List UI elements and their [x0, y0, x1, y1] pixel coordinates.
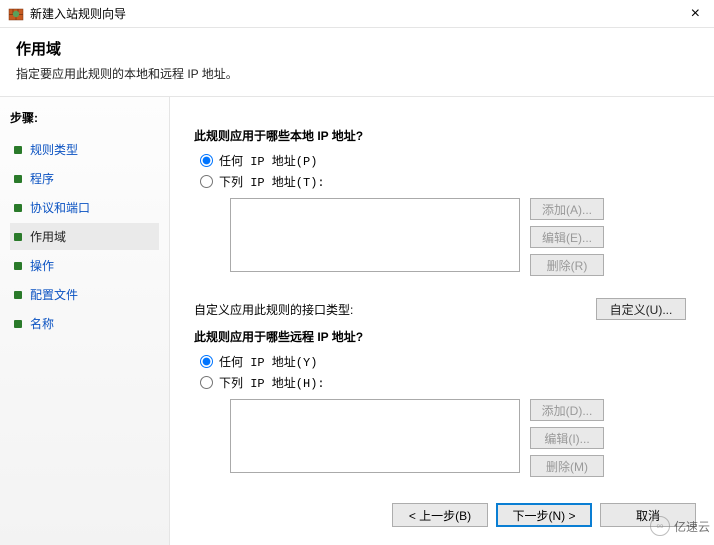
- remote-ip-listbox[interactable]: [230, 399, 520, 473]
- page-subtitle: 指定要应用此规则的本地和远程 IP 地址。: [16, 65, 698, 82]
- radio-label: 下列 IP 地址(T):: [219, 173, 325, 190]
- window-title: 新建入站规则向导: [30, 5, 685, 22]
- radio-label: 下列 IP 地址(H):: [219, 374, 325, 391]
- wizard-header: 作用域 指定要应用此规则的本地和远程 IP 地址。: [0, 28, 714, 97]
- remote-remove-button[interactable]: 删除(M): [530, 455, 604, 477]
- bullet-icon: [14, 175, 22, 183]
- steps-sidebar: 步骤: 规则类型 程序 协议和端口 作用域 操作 配置文件 名称: [0, 97, 170, 545]
- sidebar-item-rule-type[interactable]: 规则类型: [10, 136, 159, 163]
- back-button[interactable]: < 上一步(B): [392, 503, 488, 527]
- local-remove-button[interactable]: 删除(R): [530, 254, 604, 276]
- local-ip-listbox[interactable]: [230, 198, 520, 272]
- sidebar-item-label: 规则类型: [30, 141, 78, 158]
- bullet-icon: [14, 146, 22, 154]
- remote-edit-button[interactable]: 编辑(I)...: [530, 427, 604, 449]
- remote-add-button[interactable]: 添加(D)...: [530, 399, 604, 421]
- sidebar-item-label: 程序: [30, 170, 54, 187]
- remote-ip-heading: 此规则应用于哪些远程 IP 地址?: [194, 328, 686, 345]
- interface-type-label: 自定义应用此规则的接口类型:: [194, 301, 596, 318]
- steps-heading: 步骤:: [10, 109, 159, 126]
- wizard-content: 此规则应用于哪些本地 IP 地址? 任何 IP 地址(P) 下列 IP 地址(T…: [170, 97, 714, 545]
- sidebar-item-name[interactable]: 名称: [10, 310, 159, 337]
- radio-input[interactable]: [200, 355, 213, 368]
- local-these-ip-radio[interactable]: 下列 IP 地址(T):: [200, 173, 686, 190]
- remote-any-ip-radio[interactable]: 任何 IP 地址(Y): [200, 353, 686, 370]
- page-title: 作用域: [16, 38, 698, 59]
- sidebar-item-label: 作用域: [30, 228, 66, 245]
- sidebar-item-protocol[interactable]: 协议和端口: [10, 194, 159, 221]
- bullet-icon: [14, 262, 22, 270]
- sidebar-item-scope[interactable]: 作用域: [10, 223, 159, 250]
- bullet-icon: [14, 291, 22, 299]
- next-button[interactable]: 下一步(N) >: [496, 503, 592, 527]
- radio-input[interactable]: [200, 376, 213, 389]
- radio-input[interactable]: [200, 154, 213, 167]
- wizard-footer: < 上一步(B) 下一步(N) > 取消: [190, 492, 696, 538]
- firewall-icon: [8, 6, 24, 22]
- local-add-button[interactable]: 添加(A)...: [530, 198, 604, 220]
- sidebar-item-action[interactable]: 操作: [10, 252, 159, 279]
- remote-these-ip-radio[interactable]: 下列 IP 地址(H):: [200, 374, 686, 391]
- sidebar-item-profile[interactable]: 配置文件: [10, 281, 159, 308]
- radio-label: 任何 IP 地址(Y): [219, 353, 317, 370]
- bullet-icon: [14, 320, 22, 328]
- local-ip-heading: 此规则应用于哪些本地 IP 地址?: [194, 127, 686, 144]
- sidebar-item-program[interactable]: 程序: [10, 165, 159, 192]
- sidebar-item-label: 名称: [30, 315, 54, 332]
- titlebar: 新建入站规则向导 ×: [0, 0, 714, 28]
- bullet-icon: [14, 204, 22, 212]
- close-icon[interactable]: ×: [685, 5, 706, 23]
- sidebar-item-label: 操作: [30, 257, 54, 274]
- customize-interface-button[interactable]: 自定义(U)...: [596, 298, 686, 320]
- bullet-icon: [14, 233, 22, 241]
- sidebar-item-label: 协议和端口: [30, 199, 90, 216]
- radio-label: 任何 IP 地址(P): [219, 152, 317, 169]
- local-edit-button[interactable]: 编辑(E)...: [530, 226, 604, 248]
- cancel-button[interactable]: 取消: [600, 503, 696, 527]
- sidebar-item-label: 配置文件: [30, 286, 78, 303]
- radio-input[interactable]: [200, 175, 213, 188]
- local-any-ip-radio[interactable]: 任何 IP 地址(P): [200, 152, 686, 169]
